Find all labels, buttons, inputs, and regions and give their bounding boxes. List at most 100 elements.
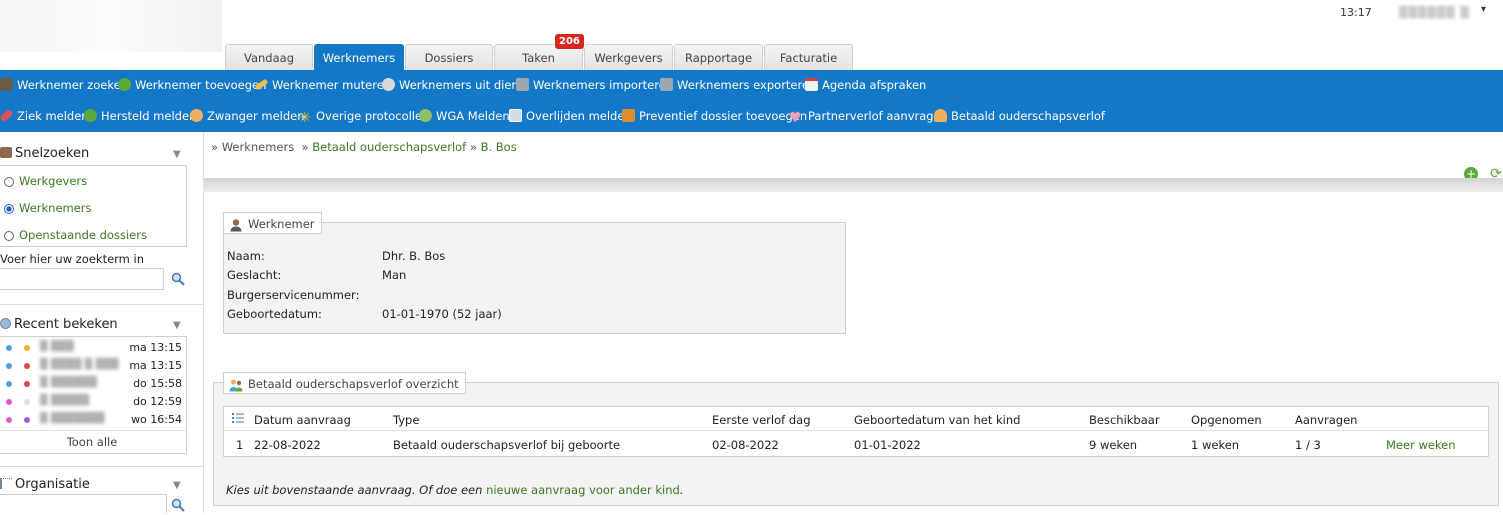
werknemer-toevoegen-button[interactable]: Werknemer toevoegen [118,70,266,101]
werknemers-uit-dienst-button[interactable]: Werknemers uit dienst [382,70,529,101]
pencil-icon [254,78,269,91]
werknemers-importeren-button[interactable]: Werknemers importeren [516,70,673,101]
divider [0,430,187,431]
status-dot [24,363,30,369]
recent-bekeken-header[interactable]: Recent bekeken [0,317,118,332]
radio-werkgevers[interactable]: Werkgevers [4,174,87,188]
naam-value: Dhr. B. Bos [382,249,446,263]
row-number: 1 [236,438,244,452]
calendar-icon [805,78,818,91]
overlijden-melden-button[interactable]: Overlijden melden [509,101,632,132]
breadcrumb-betaald-ouderschapsverlof[interactable]: Betaald ouderschapsverlof [312,140,466,154]
cell-type: Betaald ouderschapsverlof bij geboorte [393,438,621,452]
recent-item[interactable]: ▒ ▒▒▒▒▒ do 12:59 [0,393,186,411]
cell-datum: 22-08-2022 [254,438,321,452]
breadcrumb-werknemers[interactable]: Werknemers [222,140,295,154]
column-header-datum[interactable]: Datum aanvraag [254,413,351,427]
geboortedatum-label: Geboortedatum: [227,307,322,321]
divider [0,466,203,467]
column-header-geboortedatum-kind[interactable]: Geboortedatum van het kind [854,413,1020,427]
cell-opgenomen: 1 weken [1191,438,1240,452]
taken-count-badge: 206 [554,33,585,50]
status-dot [6,363,12,369]
recent-item[interactable]: ▒ ▒▒▒▒▒▒ do 15:58 [0,375,186,393]
status-dot [24,345,30,351]
breadcrumb: » Werknemers » Betaald ouderschapsverlof… [211,140,517,154]
column-header-opgenomen[interactable]: Opgenomen [1191,413,1262,427]
tab-werknemers[interactable]: Werknemers [314,44,404,70]
user-name[interactable]: ▒▒▒▒▒▒ ▒ [1399,6,1470,19]
user-menu-caret[interactable]: ▾ [1481,4,1486,15]
organisatie-input[interactable] [0,494,167,513]
divider [224,430,1488,431]
column-header-aanvragen[interactable]: Aanvragen [1295,413,1357,427]
folder-icon [622,109,635,122]
snelzoeken-header[interactable]: Snelzoeken [0,146,89,161]
snelzoeken-search-input[interactable] [0,268,164,290]
import-icon [516,78,529,91]
werknemer-zoeken-button[interactable]: Werknemer zoeken [0,70,128,101]
person-icon [229,217,243,232]
radio-selected-icon [4,204,14,214]
organisatie-header[interactable]: Organisatie [0,477,90,492]
check-icon [84,109,97,122]
geslacht-value: Man [382,268,407,282]
nieuwe-aanvraag-link[interactable]: nieuwe aanvraag voor ander kind [486,483,680,497]
search-person-icon [0,78,13,91]
recent-item[interactable]: ▒ ▒▒▒▒ ▒ ▒▒▒ ma 13:15 [0,357,186,375]
tab-dossiers[interactable]: Dossiers [405,44,493,70]
bsn-label: Burgerservicenummer: [227,288,360,302]
status-dot [24,381,30,387]
organisatie-collapse-icon[interactable]: ▼ [173,480,181,491]
tab-rapportage[interactable]: Rapportage [674,44,763,70]
tab-facturatie[interactable]: Facturatie [764,44,853,70]
recent-item[interactable]: ▒ ▒▒▒▒▒▒▒ wo 16:54 [0,411,186,429]
meldingen-toolbar: Ziek melden Hersteld melden Zwanger meld… [0,101,1503,132]
divider [0,304,203,305]
radio-openstaande-dossiers[interactable]: Openstaande dossiers [4,228,147,242]
ziek-melden-button[interactable]: Ziek melden [0,101,89,132]
radio-werknemers[interactable]: Werknemers [4,201,92,215]
snelzoeken-collapse-icon[interactable]: ▼ [173,149,181,160]
cell-beschikbaar: 9 weken [1089,438,1138,452]
export-icon [660,78,673,91]
tree-icon [0,478,12,489]
column-header-beschikbaar[interactable]: Beschikbaar [1089,413,1160,427]
footer-note: Kies uit bovenstaande aanvraag. Of doe e… [226,483,684,497]
organisatie-search-icon[interactable] [171,498,185,512]
tab-werkgevers[interactable]: Werkgevers [584,44,673,70]
werknemers-exporteren-button[interactable]: Werknemers exporteren [660,70,816,101]
family-icon [229,377,243,392]
sparkle-icon: ✳ [299,110,311,126]
tab-vandaag[interactable]: Vandaag [225,44,313,70]
partnerverlof-aanvragen-button[interactable]: ♥ Partnerverlof aanvragen [789,101,948,132]
betaald-ouderschapsverlof-button[interactable]: Betaald ouderschapsverlof [934,101,1105,132]
agenda-afspraken-button[interactable]: Agenda afspraken [805,70,926,101]
meer-weken-link[interactable]: Meer weken [1386,438,1456,452]
overzicht-table: Datum aanvraag Type Eerste verlof dag Ge… [223,406,1489,457]
recent-collapse-icon[interactable]: ▼ [173,320,181,331]
column-header-type[interactable]: Type [393,413,419,427]
zwanger-melden-button[interactable]: Zwanger melden [190,101,305,132]
werknemer-muteren-button[interactable]: Werknemer muteren [254,70,391,101]
radio-icon [4,231,14,241]
search-icon[interactable] [171,272,185,286]
column-header-eerste-verlof-dag[interactable]: Eerste verlof dag [712,413,811,427]
toon-alle-link[interactable]: Toon alle [0,435,184,449]
status-dot [6,345,12,351]
status-dot [6,381,12,387]
baby-icon [190,109,203,122]
pill-icon [0,108,14,123]
logo-area [0,0,222,52]
recent-item[interactable]: ▒ ▒▒▒ ma 13:15 [0,339,186,357]
hersteld-melden-button[interactable]: Hersteld melden [84,101,196,132]
section-header-bar [203,178,1503,192]
preventief-dossier-toevoegen-button[interactable]: Preventief dossier toevoegen [622,101,807,132]
recycle-icon [419,109,432,122]
family-icon [934,109,947,122]
overzicht-legend: Betaald ouderschapsverlof overzicht [223,372,466,394]
wga-melden-button[interactable]: WGA Melden [419,101,510,132]
overige-protocollen-button[interactable]: ✳ Overige protocollen [299,101,429,132]
breadcrumb-current[interactable]: B. Bos [481,140,517,154]
geslacht-label: Geslacht: [227,268,282,282]
